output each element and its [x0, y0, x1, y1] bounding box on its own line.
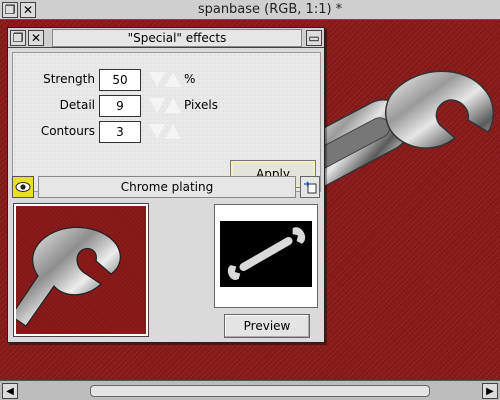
- strength-field[interactable]: 50: [99, 69, 141, 91]
- horizontal-scrollbar[interactable]: ◀ ▶: [0, 380, 500, 400]
- image-window-titlebar[interactable]: ❐ ✕ spanbase (RGB, 1:1) *: [0, 0, 500, 20]
- close-icon[interactable]: ✕: [28, 30, 44, 46]
- strength-label: Strength: [43, 72, 95, 86]
- special-effects-dialog: ❐ ✕ "Special" effects ▭ Strength 50 % De…: [7, 27, 325, 343]
- effect-selector: Chrome plating: [12, 176, 321, 198]
- strength-row: Strength 50 %: [13, 69, 313, 91]
- detail-row: Detail 9 Pixels: [13, 95, 313, 117]
- triangle-up-icon[interactable]: [165, 98, 181, 114]
- menu-arrow-icon[interactable]: [300, 176, 320, 198]
- detail-field[interactable]: 9: [99, 95, 141, 117]
- triangle-down-icon[interactable]: [149, 98, 165, 114]
- scrollbar-thumb[interactable]: [90, 385, 430, 397]
- triangle-down-icon[interactable]: [149, 124, 165, 140]
- image-window-title: spanbase (RGB, 1:1) *: [197, 2, 343, 17]
- contours-stepper: [149, 124, 183, 140]
- toggle-size-icon[interactable]: ▭: [306, 30, 322, 46]
- triangle-up-icon[interactable]: [165, 124, 181, 140]
- detail-label: Detail: [59, 98, 95, 112]
- close-icon[interactable]: ✕: [20, 2, 36, 18]
- chrome-wrench-preview: [16, 226, 121, 327]
- strength-unit: %: [184, 72, 196, 86]
- contours-row: Contours 3: [13, 121, 313, 143]
- effect-preview-large: [13, 203, 149, 337]
- triangle-up-icon[interactable]: [165, 72, 181, 88]
- back-icon[interactable]: ❐: [10, 30, 26, 46]
- detail-stepper: [149, 98, 183, 114]
- dialog-title: "Special" effects: [52, 29, 302, 47]
- effect-name-display[interactable]: Chrome plating: [38, 176, 296, 198]
- scroll-left-icon[interactable]: ◀: [2, 383, 18, 399]
- back-icon[interactable]: ❐: [2, 2, 18, 18]
- contours-label: Contours: [40, 124, 95, 138]
- dialog-titlebar[interactable]: ❐ ✕ "Special" effects ▭: [8, 28, 324, 48]
- strength-stepper: [149, 72, 183, 88]
- triangle-down-icon[interactable]: [149, 72, 165, 88]
- original-thumbnail: [220, 221, 312, 287]
- scroll-right-icon[interactable]: ▶: [482, 383, 498, 399]
- preview-button[interactable]: Preview: [224, 314, 310, 338]
- parameters-panel: Strength 50 % Detail 9 Pixels Contours 3: [12, 52, 321, 192]
- detail-unit: Pixels: [184, 98, 219, 112]
- eye-icon[interactable]: [12, 176, 34, 198]
- contours-field[interactable]: 3: [99, 121, 141, 143]
- original-preview-frame: [214, 204, 318, 308]
